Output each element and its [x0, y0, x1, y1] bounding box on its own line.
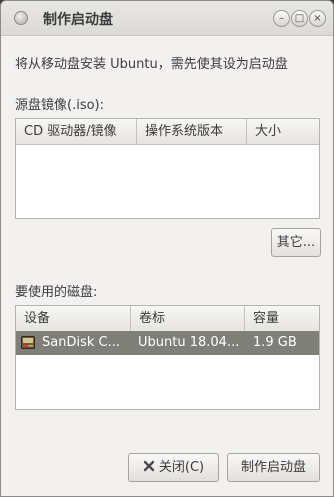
column-cd-drive[interactable]: CD 驱动器/镜像: [16, 119, 137, 144]
column-size[interactable]: 大小: [247, 119, 319, 144]
target-disk-list[interactable]: 设备 卷标 容量 SanDisk C... Ubuntu 18.04... 1.…: [15, 305, 320, 410]
maximize-icon[interactable]: □: [291, 10, 308, 27]
other-button[interactable]: 其它...: [271, 228, 321, 257]
table-row[interactable]: SanDisk C... Ubuntu 18.04... 1.9 GB: [16, 331, 319, 355]
minimize-icon[interactable]: –: [273, 10, 290, 27]
close-button[interactable]: 关闭(C): [128, 453, 219, 482]
drive-icon: [21, 336, 35, 349]
window-menu-icon[interactable]: [14, 11, 28, 25]
startup-disk-creator-window: 制作启动盘 – □ × 将从移动盘安装 Ubuntu，需先使其设为启动盘 源盘镜…: [0, 0, 334, 497]
target-disk-label: 要使用的磁盘:: [15, 285, 98, 300]
intro-text: 将从移动盘安装 Ubuntu，需先使其设为启动盘: [15, 57, 288, 72]
make-startup-disk-button[interactable]: 制作启动盘: [227, 453, 320, 482]
column-volume-label[interactable]: 卷标: [131, 306, 245, 331]
column-capacity[interactable]: 容量: [245, 306, 319, 331]
column-os-version[interactable]: 操作系统版本: [137, 119, 247, 144]
row-capacity: 1.9 GB: [253, 335, 297, 350]
window-title: 制作启动盘: [43, 12, 113, 28]
x-icon: [143, 460, 155, 472]
source-list-header: CD 驱动器/镜像 操作系统版本 大小: [16, 119, 319, 145]
row-volume-label: Ubuntu 18.04...: [138, 335, 240, 350]
close-icon[interactable]: ×: [309, 10, 326, 27]
disk-list-header: 设备 卷标 容量: [16, 306, 319, 332]
title-bar: 制作启动盘 – □ ×: [1, 1, 333, 36]
source-image-list[interactable]: CD 驱动器/镜像 操作系统版本 大小: [15, 118, 320, 219]
column-device[interactable]: 设备: [16, 306, 131, 331]
source-label: 源盘镜像(.iso):: [15, 98, 104, 113]
row-device: SanDisk C...: [42, 335, 120, 350]
close-button-label: 关闭(C): [158, 460, 205, 475]
